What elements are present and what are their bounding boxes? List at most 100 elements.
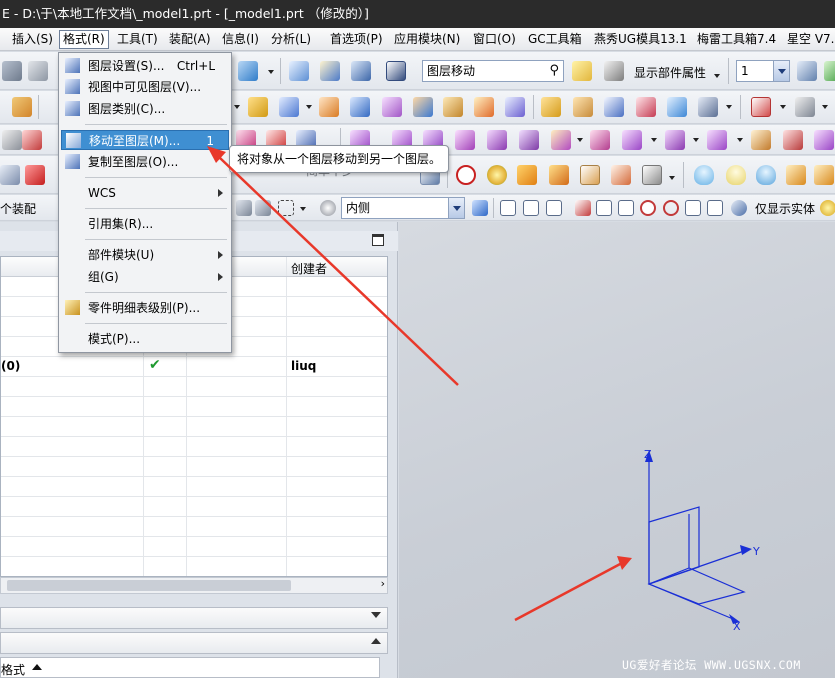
unite-icon[interactable] <box>541 97 561 117</box>
assembly-icon[interactable] <box>0 165 20 185</box>
menu-item-layer-category[interactable]: 图层类别(C)... <box>61 99 229 119</box>
maximize-icon[interactable] <box>372 234 384 246</box>
split-body-icon[interactable] <box>667 97 687 117</box>
menu-application[interactable]: 应用模块(N) <box>391 30 463 49</box>
menu-item-layer-settings[interactable]: 图层设置(S)... Ctrl+L <box>61 56 229 76</box>
snap-view-icon[interactable] <box>289 61 309 81</box>
mold-tool-10-icon[interactable] <box>665 130 685 150</box>
menu-item-wcs[interactable]: WCS <box>61 183 229 203</box>
mold-tool-4-icon[interactable] <box>455 130 475 150</box>
shell-icon[interactable] <box>443 97 463 117</box>
list-orange-2-icon[interactable] <box>814 165 834 185</box>
layer-select[interactable]: 1 <box>736 60 790 82</box>
print-icon[interactable] <box>2 61 22 81</box>
snap-midpoint-icon[interactable] <box>546 200 562 216</box>
scroll-right-icon[interactable]: › <box>381 577 385 590</box>
filter-2-icon[interactable] <box>255 200 271 216</box>
solids-only-button[interactable]: 仅显示实体 <box>755 200 815 217</box>
mold-tool-7-icon[interactable] <box>551 130 571 150</box>
table-row[interactable] <box>1 377 387 397</box>
menu-window[interactable]: 窗口(O) <box>470 30 519 49</box>
box-white-icon[interactable] <box>580 165 600 185</box>
table-row[interactable] <box>1 557 387 576</box>
refresh-icon[interactable] <box>824 61 835 81</box>
fit-view-icon[interactable] <box>751 97 771 117</box>
table-row[interactable] <box>1 397 387 417</box>
mold-tool-12-icon[interactable] <box>751 130 771 150</box>
lightbulb-multi-icon[interactable] <box>756 165 776 185</box>
menu-assembly[interactable]: 装配(A) <box>166 30 214 49</box>
mold-tool-11-icon[interactable] <box>707 130 727 150</box>
menu-tools[interactable]: 工具(T) <box>114 30 161 49</box>
menu-xingkong[interactable]: 星空 V7.4 <box>784 30 835 49</box>
command-search-input[interactable]: 图层移动 ⚲ <box>422 60 564 82</box>
palette-icon[interactable] <box>487 165 507 185</box>
graphics-viewport[interactable]: Z Y X <box>399 222 835 678</box>
curve-icon[interactable] <box>22 130 42 150</box>
view-style-icon[interactable] <box>795 97 815 117</box>
cut-icon[interactable] <box>28 61 48 81</box>
mold-tool-14-icon[interactable] <box>814 130 834 150</box>
menu-item-part-modules[interactable]: 部件模块(U) <box>61 245 229 265</box>
format-tab-label[interactable]: 格式 <box>1 661 25 678</box>
table-row[interactable] <box>1 437 387 457</box>
snap-intersection-icon[interactable] <box>596 200 612 216</box>
table-row[interactable] <box>1 537 387 557</box>
revolve-icon[interactable] <box>319 97 339 117</box>
new-folder-icon[interactable] <box>572 61 592 81</box>
orient-view-icon[interactable] <box>238 61 258 81</box>
chamfer-icon[interactable] <box>382 97 402 117</box>
scrollbar-thumb[interactable] <box>7 580 291 591</box>
table-row[interactable] <box>1 477 387 497</box>
extrude-icon[interactable] <box>248 97 268 117</box>
rectangle-select-icon[interactable] <box>278 200 294 216</box>
offset-face-icon[interactable] <box>505 97 525 117</box>
filter-icon[interactable] <box>236 200 252 216</box>
intersect-icon[interactable] <box>604 97 624 117</box>
chevron-down-icon[interactable] <box>773 61 789 81</box>
selection-filter-select[interactable]: 内侧 <box>341 197 465 219</box>
sketch-icon[interactable] <box>2 130 22 150</box>
lightbulb-on-icon[interactable] <box>726 165 746 185</box>
list-orange-icon[interactable] <box>786 165 806 185</box>
mold-tool-5-icon[interactable] <box>487 130 507 150</box>
info-icon[interactable] <box>386 61 406 81</box>
menu-insert[interactable]: 插入(S) <box>9 30 56 49</box>
horizontal-scrollbar[interactable]: › <box>0 577 388 594</box>
search-icon[interactable]: ⚲ <box>549 61 559 81</box>
sew-icon[interactable] <box>698 97 718 117</box>
sweep-icon[interactable] <box>350 97 370 117</box>
copy-display-icon[interactable] <box>351 61 371 81</box>
menu-item-move-to-layer[interactable]: 移动至图层(M)... 1 <box>61 130 229 150</box>
snap-points-icon[interactable] <box>500 200 516 216</box>
table-row-model[interactable]: (0) ✔ liuq <box>1 357 387 377</box>
table-row[interactable] <box>1 517 387 537</box>
mold-tool-13-icon[interactable] <box>783 130 803 150</box>
snap-existing-icon[interactable] <box>731 200 747 216</box>
menu-gc-toolbox[interactable]: GC工具箱 <box>525 30 585 49</box>
snap-tangent-icon[interactable] <box>707 200 723 216</box>
snap-control-icon[interactable] <box>575 200 591 216</box>
table-row[interactable] <box>1 497 387 517</box>
menu-preferences[interactable]: 首选项(P) <box>327 30 386 49</box>
mold-tool-6-icon[interactable] <box>519 130 539 150</box>
measure-icon[interactable] <box>320 61 340 81</box>
snap-point-on-curve-icon[interactable] <box>685 200 701 216</box>
menu-item-reference-sets[interactable]: 引用集(R)... <box>61 214 229 234</box>
box-gray-icon[interactable] <box>642 165 662 185</box>
component-icon[interactable] <box>25 165 45 185</box>
snap-perpendicular-icon[interactable] <box>618 200 634 216</box>
column-creator[interactable]: 创建者 <box>291 260 327 277</box>
snap-quadrant-icon[interactable] <box>663 200 679 216</box>
menu-item-parts-list-level[interactable]: 零件明细表级别(P)... <box>61 298 229 318</box>
draft-icon[interactable] <box>474 97 494 117</box>
menu-item-mode[interactable]: 模式(P)... <box>61 329 229 349</box>
cube-blue-icon[interactable] <box>472 200 488 216</box>
menu-item-group[interactable]: 组(G) <box>61 267 229 287</box>
menu-meilei-toolbox[interactable]: 梅雷工具箱7.4 <box>694 30 779 49</box>
menu-analysis[interactable]: 分析(L) <box>268 30 314 49</box>
snap-endpoint-icon[interactable] <box>523 200 539 216</box>
table-row[interactable] <box>1 457 387 477</box>
block-icon[interactable] <box>279 97 299 117</box>
sort-up-icon[interactable] <box>32 664 42 670</box>
